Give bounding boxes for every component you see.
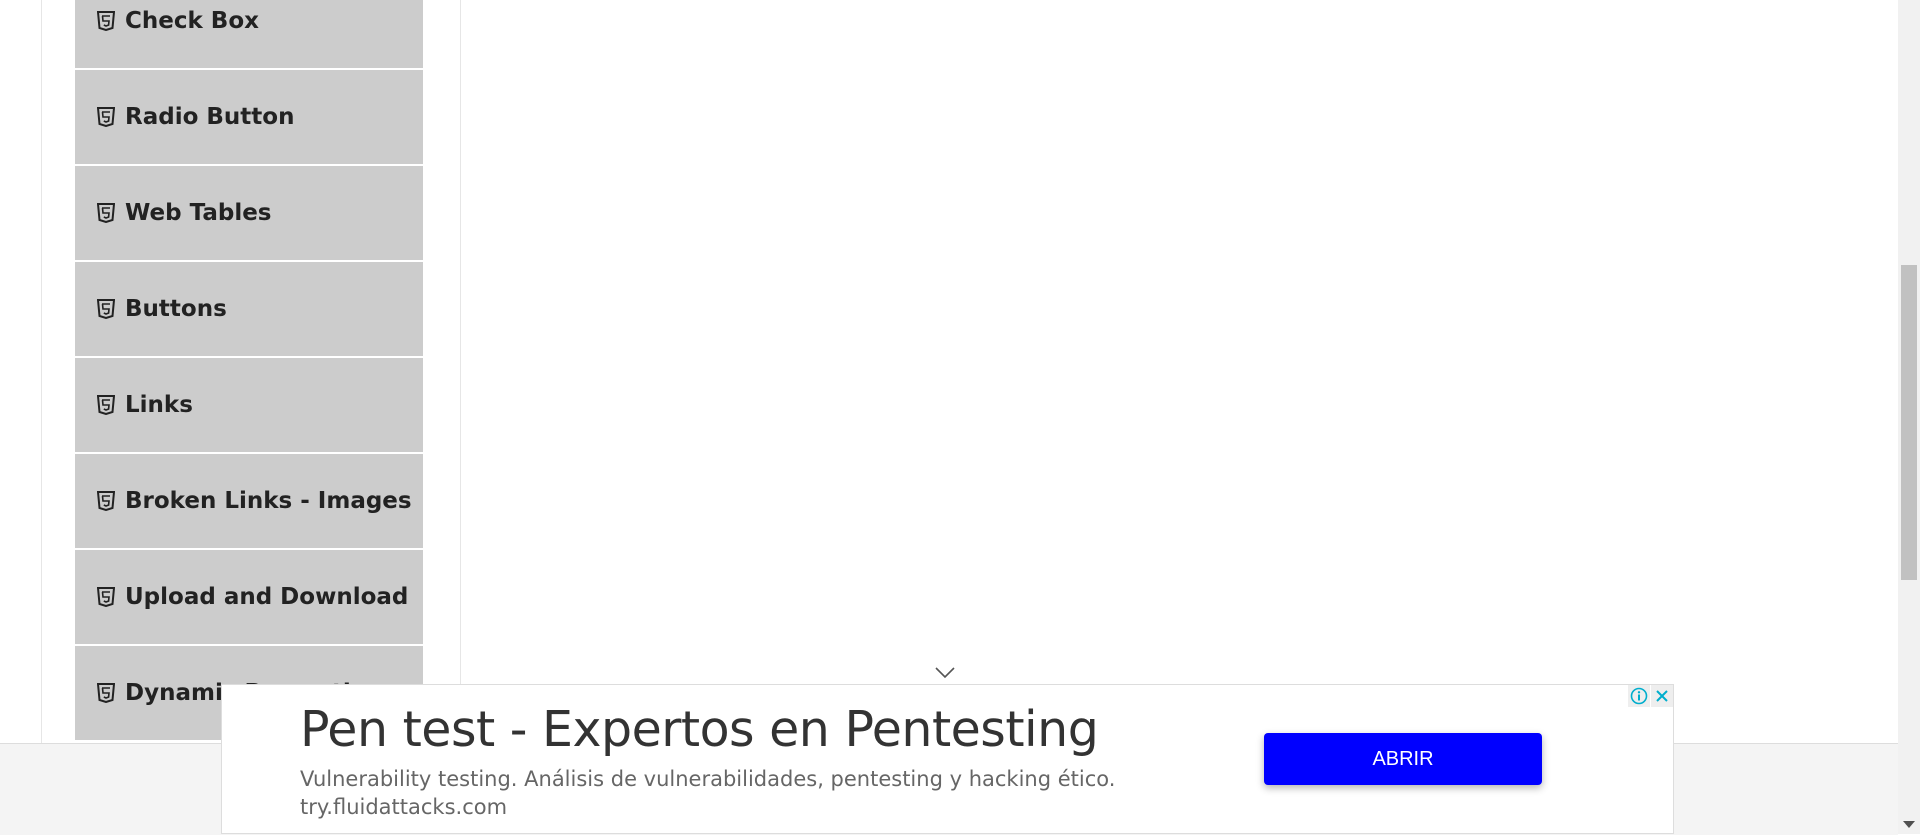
ad-description: Vulnerability testing. Análisis de vulne…: [300, 767, 1116, 791]
ad-open-button[interactable]: ABRIR: [1264, 733, 1542, 785]
menu-item-buttons[interactable]: Buttons: [75, 262, 423, 356]
html5-icon: [97, 11, 115, 31]
html5-icon: [97, 683, 115, 703]
menu-item-label: Links: [125, 392, 193, 418]
menu-item-label: Buttons: [125, 296, 227, 322]
menu-item-label: Check Box: [125, 8, 259, 34]
html5-icon: [97, 587, 115, 607]
menu-item-upload-and-download[interactable]: Upload and Download: [75, 550, 423, 644]
info-icon[interactable]: [1628, 685, 1650, 707]
elements-menu: Check Box Radio Button Web Tables Button…: [75, 0, 423, 740]
menu-item-radio-button[interactable]: Radio Button: [75, 70, 423, 164]
menu-item-label: Upload and Download: [125, 584, 409, 610]
menu-item-label: Web Tables: [125, 200, 272, 226]
menu-item-links[interactable]: Links: [75, 358, 423, 452]
menu-item-web-tables[interactable]: Web Tables: [75, 166, 423, 260]
html5-icon: [97, 395, 115, 415]
html5-icon: [97, 203, 115, 223]
ad-url[interactable]: try.fluidattacks.com: [300, 795, 507, 819]
menu-item-check-box[interactable]: Check Box: [75, 0, 423, 68]
scroll-down-arrow-icon[interactable]: [1903, 821, 1915, 828]
vertical-scrollbar[interactable]: [1898, 0, 1920, 834]
column-divider: [460, 0, 461, 744]
chevron-down-icon[interactable]: [934, 666, 956, 680]
html5-icon: [97, 491, 115, 511]
ad-banner[interactable]: Pen test - Expertos en Pentesting Vulner…: [221, 684, 1674, 834]
ad-title[interactable]: Pen test - Expertos en Pentesting: [300, 701, 1099, 758]
menu-item-label: Radio Button: [125, 104, 295, 130]
close-icon[interactable]: [1651, 685, 1673, 707]
scrollbar-thumb[interactable]: [1901, 265, 1917, 580]
html5-icon: [97, 107, 115, 127]
left-divider: [41, 0, 42, 744]
menu-item-label: Broken Links - Images: [125, 488, 412, 514]
menu-item-broken-links-images[interactable]: Broken Links - Images: [75, 454, 423, 548]
html5-icon: [97, 299, 115, 319]
